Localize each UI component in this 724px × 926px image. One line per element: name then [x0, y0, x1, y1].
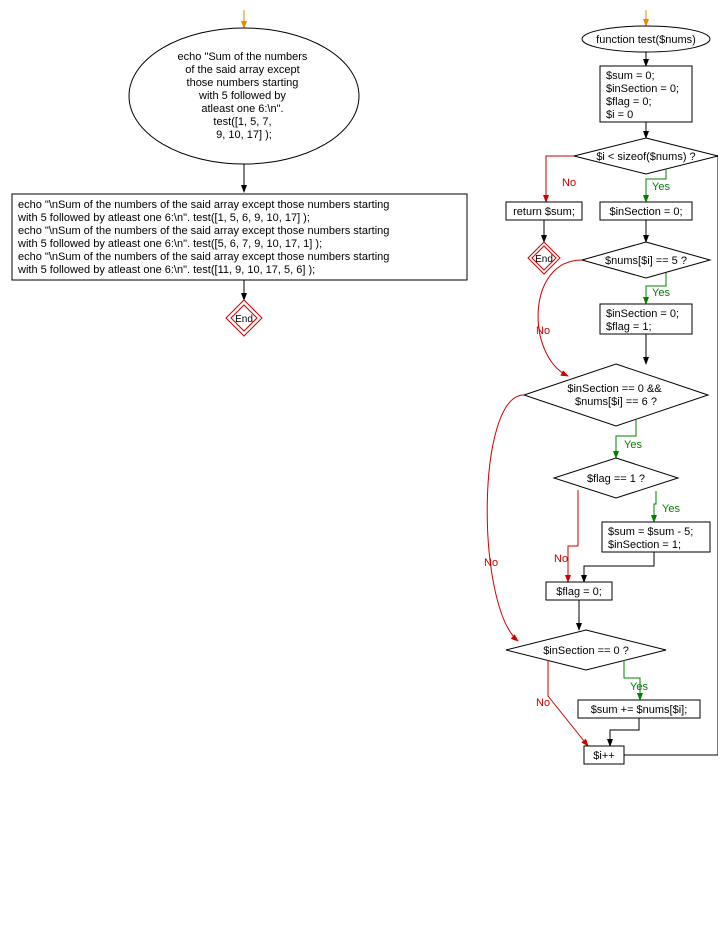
- lbl-yes-3: Yes: [624, 439, 642, 451]
- r-arrow-no3: [568, 490, 578, 582]
- func-text: function test($nums): [596, 34, 696, 46]
- flag0-text: $flag = 0;: [556, 586, 602, 598]
- eq6-cond: [524, 364, 708, 426]
- r-arrow-no2: [538, 260, 582, 376]
- lbl-yes-5: Yes: [630, 681, 648, 693]
- lbl-no-2: No: [536, 325, 550, 337]
- r-arrow-7: [610, 718, 639, 746]
- lbl-yes-2: Yes: [652, 287, 670, 299]
- incr-text: $i++: [593, 750, 614, 762]
- return-text: return $sum;: [513, 206, 575, 218]
- lbl-no-1: No: [562, 177, 576, 189]
- lbl-no-3: No: [554, 553, 568, 565]
- right-flowchart: function test($nums) $sum = 0; $inSectio…: [484, 10, 718, 764]
- svg-text:End: End: [235, 314, 253, 325]
- svg-text:End: End: [535, 254, 553, 265]
- r-arrow-yes5: [624, 660, 640, 700]
- r-arrow-no4: [487, 395, 524, 641]
- left-flowchart: echo "Sum of the numbers of the said arr…: [12, 10, 467, 336]
- eq5-text: $nums[$i] == 5 ?: [605, 255, 687, 267]
- right-end-node: End: [528, 242, 560, 274]
- lbl-yes-4: Yes: [662, 503, 680, 515]
- r-arrow-yes4: [654, 491, 656, 522]
- lbl-yes-1: Yes: [652, 181, 670, 193]
- eq6-text: $inSection == 0 && $nums[$i] == 6 ?: [567, 383, 664, 408]
- loop-cond-text: $i < sizeof($nums) ?: [596, 151, 695, 163]
- lbl-no-5: No: [536, 697, 550, 709]
- in0-text: $inSection == 0 ?: [543, 645, 629, 657]
- in0a-text: $inSection = 0;: [609, 206, 682, 218]
- r-arrow-5: [584, 552, 654, 582]
- left-end-node: End: [226, 300, 262, 336]
- lbl-no-4: No: [484, 557, 498, 569]
- addsum-text: $sum += $nums[$i];: [591, 704, 688, 716]
- flag-text: $flag == 1 ?: [587, 473, 645, 485]
